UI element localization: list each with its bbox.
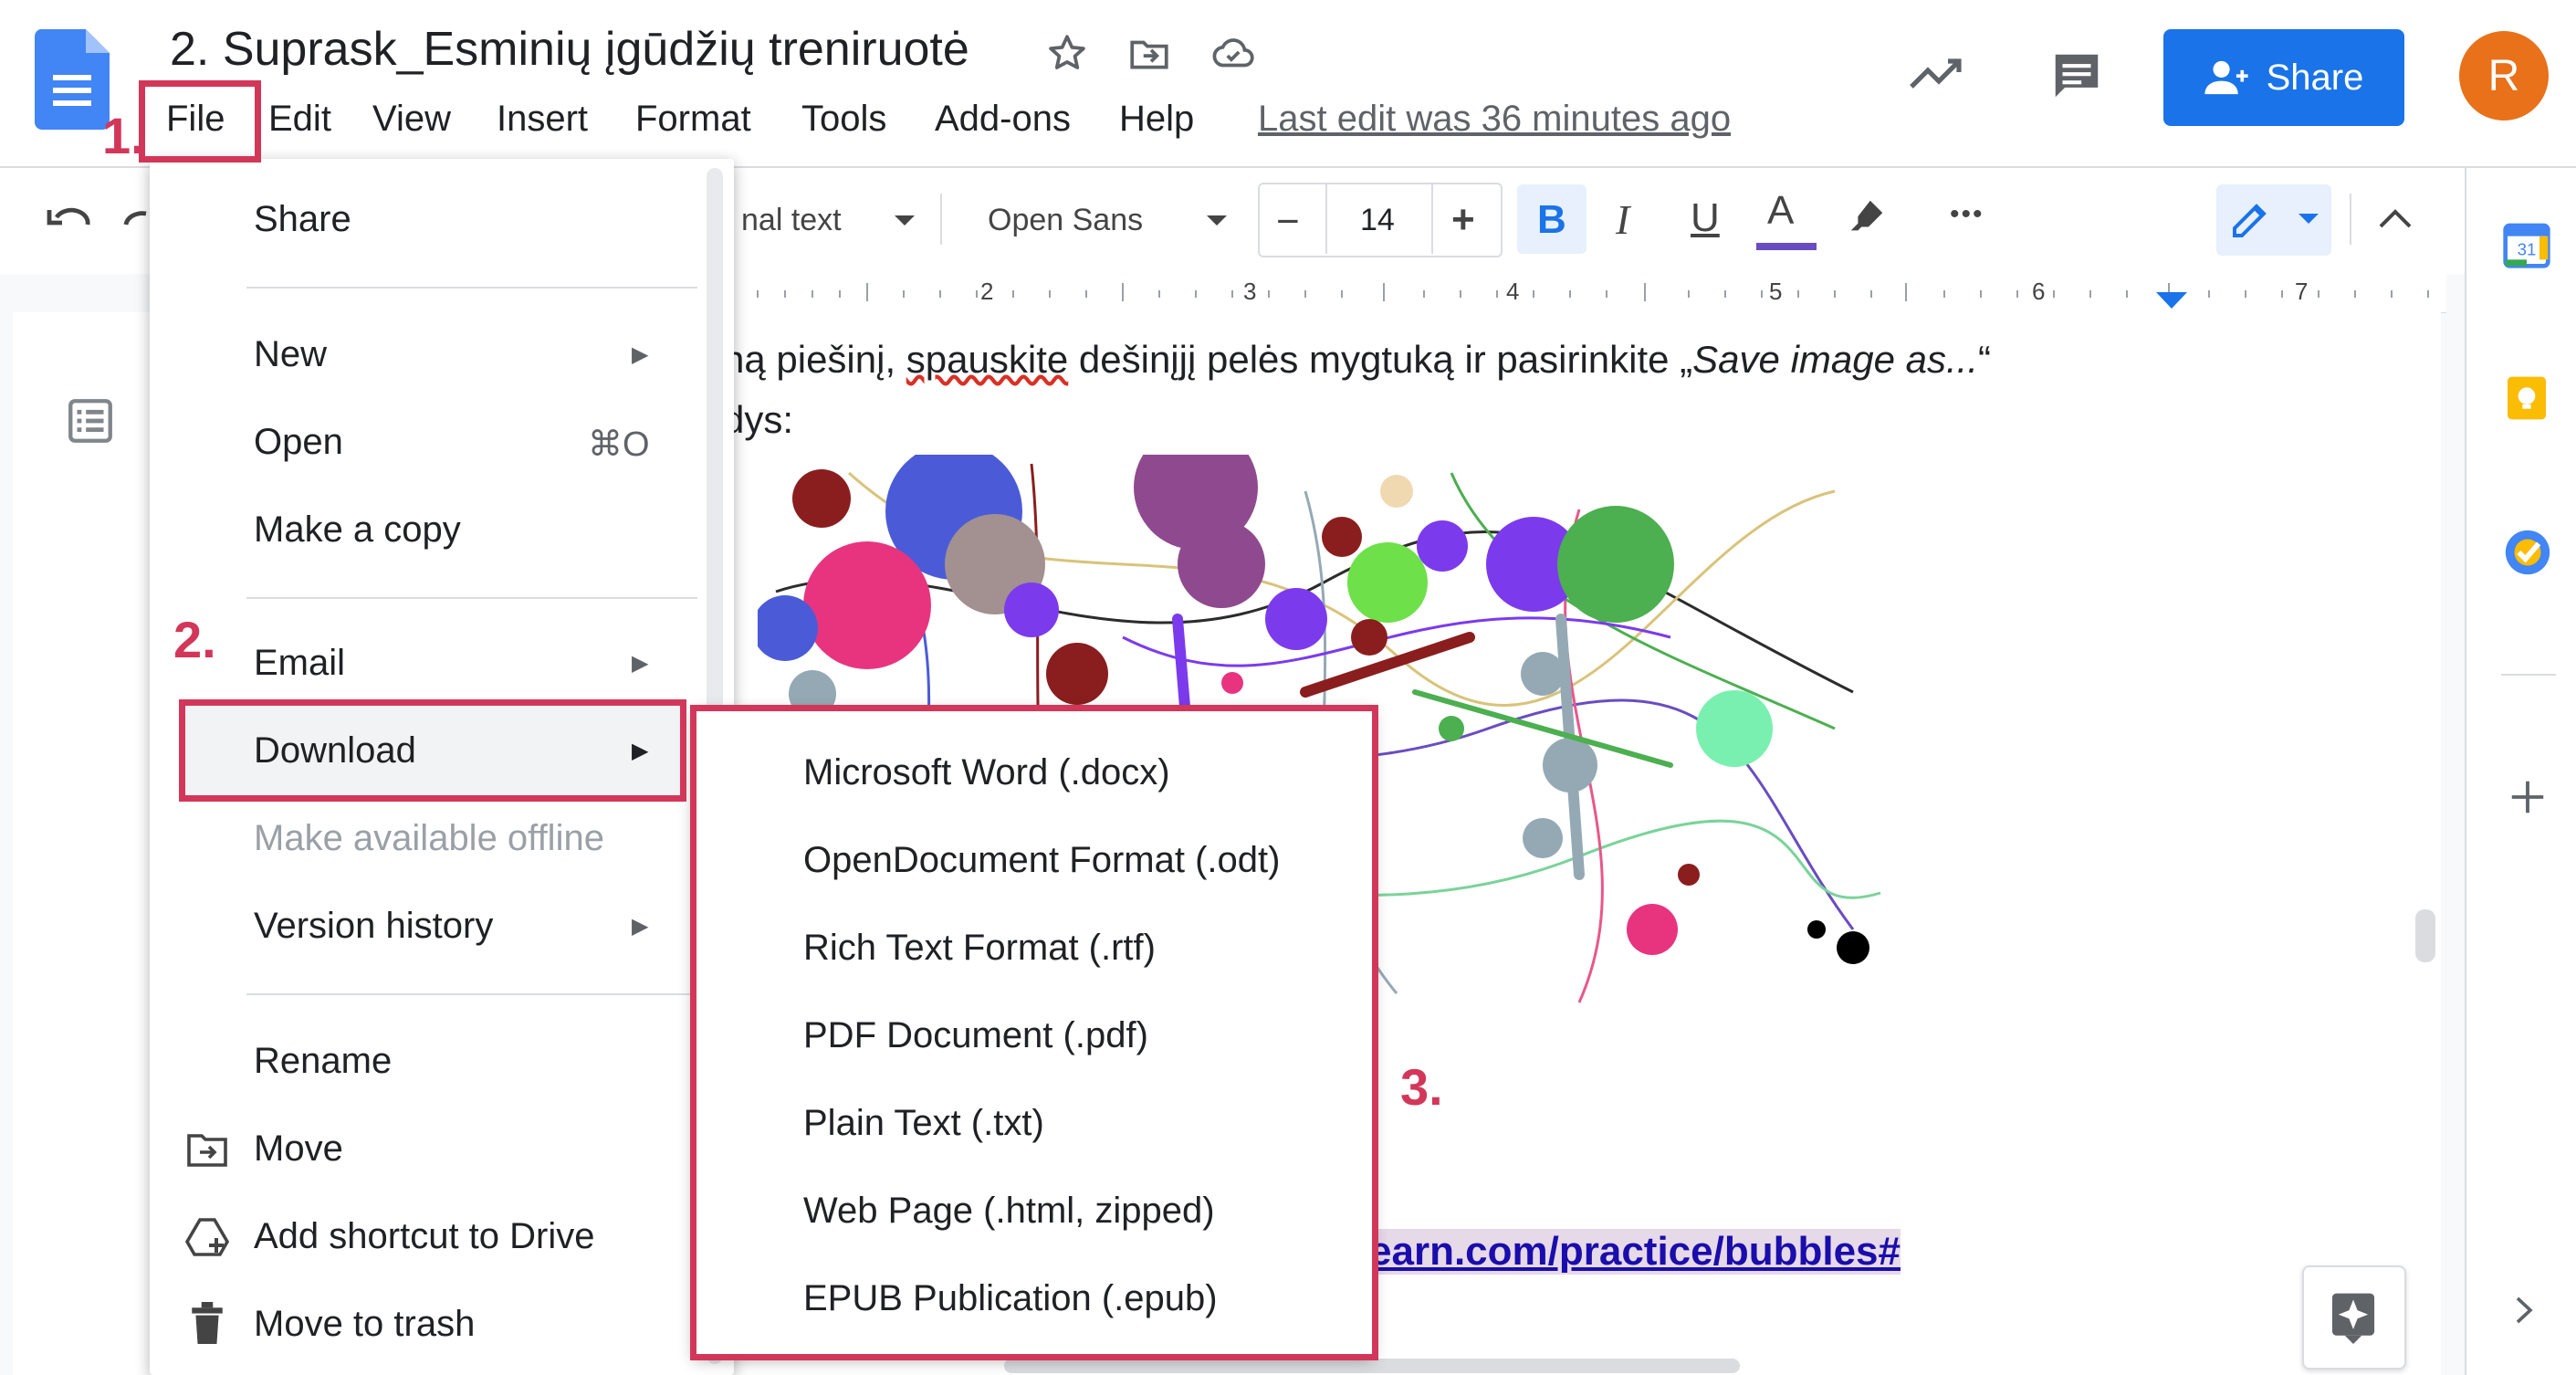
text-color-swatch bbox=[1756, 243, 1817, 250]
annotation-box-download bbox=[179, 699, 686, 802]
file-menu-version-history[interactable]: Version history bbox=[254, 906, 493, 947]
right-indent-marker-icon[interactable] bbox=[2156, 292, 2187, 310]
more-options-button[interactable]: ••• bbox=[1950, 199, 1984, 230]
body-text-segment: ną piešinį, bbox=[723, 338, 906, 381]
menu-edit[interactable]: Edit bbox=[268, 99, 331, 140]
bold-label: B bbox=[1537, 197, 1566, 242]
chevron-down-icon[interactable] bbox=[893, 214, 916, 228]
share-button[interactable]: Share bbox=[2163, 29, 2404, 126]
submenu-arrow-icon: ▶ bbox=[632, 914, 649, 939]
add-addon-plus-icon[interactable] bbox=[2507, 776, 2549, 818]
star-icon[interactable] bbox=[1044, 31, 1090, 77]
file-menu-share[interactable]: Share bbox=[254, 199, 351, 240]
increase-font-size-button[interactable]: + bbox=[1451, 197, 1475, 243]
svg-text:31: 31 bbox=[2518, 240, 2537, 259]
toolbar-divider bbox=[940, 194, 942, 245]
chevron-down-icon[interactable] bbox=[1205, 214, 1229, 228]
trash-icon bbox=[188, 1302, 226, 1344]
body-text-segment: “ bbox=[1978, 338, 1991, 381]
tasks-icon[interactable] bbox=[2501, 526, 2554, 579]
italic-button[interactable]: I bbox=[1616, 195, 1629, 244]
document-outline-icon[interactable] bbox=[64, 394, 117, 447]
drive-shortcut-icon bbox=[184, 1216, 230, 1256]
calendar-icon[interactable]: 31 bbox=[2501, 219, 2552, 270]
file-menu-make-offline: Make available offline bbox=[254, 818, 604, 858]
annotation-box-submenu bbox=[690, 705, 1378, 1360]
ruler-number: 2 bbox=[980, 278, 994, 305]
file-menu-make-copy[interactable]: Make a copy bbox=[254, 509, 461, 551]
file-menu-rename[interactable]: Rename bbox=[254, 1041, 392, 1082]
ruler-number: 4 bbox=[1506, 278, 1520, 305]
document-title[interactable]: 2. Suprask_Esminių įgūdžių treniruotė bbox=[170, 22, 969, 77]
explore-sparkle-icon bbox=[2328, 1289, 2379, 1344]
menu-help[interactable]: Help bbox=[1119, 99, 1194, 140]
paragraph-style-select[interactable]: nal text bbox=[741, 203, 842, 238]
font-size-input[interactable]: 14 bbox=[1360, 203, 1395, 238]
edit-pencil-icon bbox=[2229, 197, 2273, 241]
menu-separator bbox=[246, 993, 697, 995]
account-avatar[interactable]: R bbox=[2459, 31, 2549, 121]
font-family-select[interactable]: Open Sans bbox=[988, 203, 1143, 238]
undo-icon[interactable] bbox=[46, 199, 93, 239]
text-color-button[interactable]: A bbox=[1767, 188, 1794, 234]
body-text-italic: Save image as... bbox=[1692, 338, 1978, 381]
menu-tools[interactable]: Tools bbox=[801, 99, 886, 140]
body-text-line-1[interactable]: ną piešinį, spauskite dešinįjį pelės myg… bbox=[723, 338, 1991, 382]
redo-icon[interactable] bbox=[122, 199, 150, 239]
font-size-divider bbox=[1431, 184, 1433, 254]
activity-trend-icon[interactable] bbox=[1908, 53, 1966, 95]
last-edit-link[interactable]: Last edit was 36 minutes ago bbox=[1258, 99, 1731, 140]
comments-icon[interactable] bbox=[2048, 47, 2105, 104]
menu-insert[interactable]: Insert bbox=[497, 99, 588, 140]
docs-logo-icon[interactable] bbox=[35, 29, 110, 130]
ruler-number: 7 bbox=[2295, 278, 2309, 305]
annotation-step-3: 3. bbox=[1400, 1058, 1443, 1116]
file-menu-move[interactable]: Move bbox=[254, 1128, 343, 1170]
hide-menus-chevron-up-icon[interactable] bbox=[2377, 206, 2414, 230]
expand-panel-chevron-right-icon[interactable] bbox=[2514, 1295, 2536, 1326]
toolbar-divider bbox=[2350, 194, 2351, 245]
open-shortcut: ⌘O bbox=[588, 425, 650, 464]
share-button-label: Share bbox=[2266, 57, 2364, 98]
practice-bubbles-link[interactable]: earn.com/practice/bubbles# bbox=[1369, 1229, 1901, 1275]
menu-view[interactable]: View bbox=[372, 99, 451, 140]
highlight-pen-icon[interactable] bbox=[1846, 195, 1888, 237]
misspelled-word[interactable]: spauskite bbox=[906, 338, 1068, 381]
person-add-icon bbox=[2204, 59, 2248, 96]
menu-separator bbox=[246, 287, 697, 289]
submenu-arrow-icon: ▶ bbox=[632, 651, 649, 676]
ruler-number: 5 bbox=[1769, 278, 1783, 305]
file-menu-email[interactable]: Email bbox=[254, 643, 345, 684]
underline-button[interactable]: U bbox=[1691, 195, 1720, 241]
annotation-step-1: 1. bbox=[102, 107, 145, 164]
annotation-box-file bbox=[139, 80, 261, 163]
side-divider bbox=[2501, 674, 2556, 676]
menu-addons[interactable]: Add-ons bbox=[935, 99, 1071, 140]
decrease-font-size-button[interactable]: − bbox=[1276, 199, 1300, 245]
chevron-down-icon bbox=[2297, 212, 2320, 226]
file-menu-move-to-trash[interactable]: Move to trash bbox=[254, 1304, 475, 1345]
move-folder-icon bbox=[184, 1128, 230, 1169]
cloud-saved-icon[interactable] bbox=[1209, 31, 1258, 77]
annotation-step-2: 2. bbox=[173, 611, 216, 668]
keep-icon[interactable] bbox=[2501, 373, 2552, 424]
menu-separator bbox=[246, 597, 697, 599]
menu-format[interactable]: Format bbox=[635, 99, 751, 140]
ruler-number: 3 bbox=[1243, 278, 1257, 305]
body-text-segment: dešinįjį pelės mygtuką ir pasirinkite „ bbox=[1068, 338, 1693, 381]
ruler-number: 6 bbox=[2032, 278, 2046, 305]
horizontal-scrollbar-thumb[interactable] bbox=[1004, 1359, 1740, 1373]
side-panel bbox=[2465, 168, 2576, 1375]
submenu-arrow-icon: ▶ bbox=[632, 342, 649, 367]
file-menu-open[interactable]: Open bbox=[254, 422, 343, 463]
vertical-scrollbar-thumb[interactable] bbox=[2415, 909, 2435, 962]
file-menu-new[interactable]: New bbox=[254, 334, 327, 375]
font-size-divider bbox=[1325, 184, 1327, 254]
file-menu-add-shortcut[interactable]: Add shortcut to Drive bbox=[254, 1216, 595, 1257]
move-folder-icon[interactable] bbox=[1126, 31, 1172, 77]
